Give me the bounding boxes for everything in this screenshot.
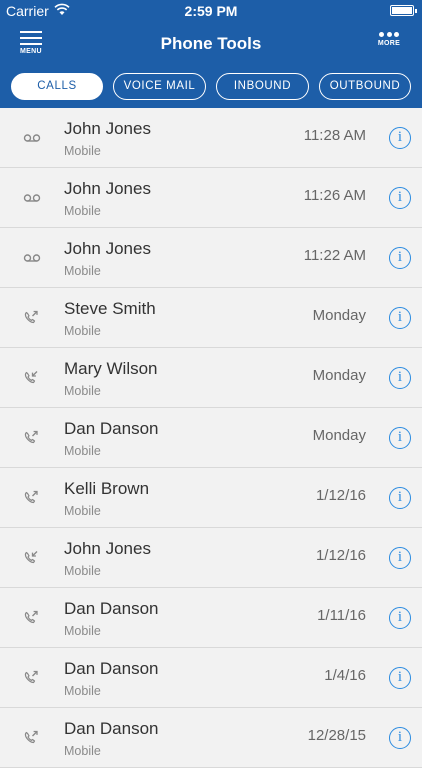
call-time: 12/28/15 (307, 727, 366, 744)
incoming-call-icon (22, 370, 42, 386)
info-icon[interactable]: i (389, 727, 411, 749)
phone-type: Mobile (64, 444, 101, 458)
voicemail-icon (22, 250, 42, 266)
contact-name: John Jones (64, 539, 151, 558)
call-row[interactable]: John Jones Mobile 11:28 AM i (0, 108, 422, 168)
tab-inbound[interactable]: INBOUND (216, 73, 309, 100)
more-dots-icon (379, 32, 399, 37)
voicemail-icon (22, 130, 42, 146)
phone-type: Mobile (64, 144, 101, 158)
info-icon[interactable]: i (389, 487, 411, 509)
info-icon[interactable]: i (389, 367, 411, 389)
call-row[interactable]: Dan Danson Mobile 1/4/16 i (0, 648, 422, 708)
info-icon[interactable]: i (389, 307, 411, 329)
status-time: 2:59 PM (184, 3, 238, 19)
phone-type: Mobile (64, 264, 101, 278)
phone-type: Mobile (64, 564, 101, 578)
call-list: John Jones Mobile 11:28 AM i John Jones Mobil… (0, 108, 422, 768)
call-row[interactable]: John Jones Mobile 1/12/16 i (0, 528, 422, 588)
call-time: 1/11/16 (317, 607, 366, 624)
outgoing-call-icon (22, 730, 42, 746)
info-icon[interactable]: i (389, 127, 411, 149)
call-row[interactable]: John Jones Mobile 11:26 AM i (0, 168, 422, 228)
contact-name: Kelli Brown (64, 479, 150, 498)
contact-name: Steve Smith (64, 299, 156, 318)
contact-name: Dan Danson (64, 659, 159, 678)
tab-outbound[interactable]: OUTBOUND (319, 73, 411, 100)
call-time: 11:22 AM (303, 247, 366, 264)
call-row[interactable]: Dan Danson Mobile 12/28/15 i (0, 708, 422, 768)
info-icon[interactable]: i (389, 427, 411, 449)
outgoing-call-icon (22, 310, 42, 326)
outgoing-call-icon (22, 490, 42, 506)
status-bar: Carrier 2:59 PM (0, 0, 422, 22)
call-time: Monday (312, 307, 366, 324)
call-row[interactable]: Kelli Brown Mobile 1/12/16 i (0, 468, 422, 528)
call-time: Monday (312, 367, 366, 384)
contact-name: John Jones (64, 239, 151, 258)
call-row[interactable]: Steve Smith Mobile Monday i (0, 288, 422, 348)
contact-name: John Jones (64, 119, 151, 138)
call-row[interactable]: Mary Wilson Mobile Monday i (0, 348, 422, 408)
outgoing-call-icon (22, 430, 42, 446)
contact-name: Dan Danson (64, 599, 159, 618)
navigation-bar: MENU Phone Tools MORE (0, 22, 422, 66)
info-icon[interactable]: i (389, 607, 411, 629)
info-icon[interactable]: i (389, 547, 411, 569)
tab-calls[interactable]: CALLS (11, 73, 103, 100)
phone-type: Mobile (64, 384, 101, 398)
phone-type: Mobile (64, 684, 101, 698)
call-row[interactable]: Dan Danson Mobile 1/11/16 i (0, 588, 422, 648)
outgoing-call-icon (22, 610, 42, 626)
info-icon[interactable]: i (389, 247, 411, 269)
call-time: 11:26 AM (303, 187, 366, 204)
info-icon[interactable]: i (389, 187, 411, 209)
phone-type: Mobile (64, 744, 101, 758)
call-time: 1/12/16 (315, 487, 366, 504)
call-row[interactable]: Dan Danson Mobile Monday i (0, 408, 422, 468)
battery-icon (390, 5, 417, 16)
phone-type: Mobile (64, 204, 101, 218)
hamburger-icon (20, 31, 42, 33)
call-time: 1/12/16 (315, 547, 366, 564)
phone-type: Mobile (64, 324, 101, 338)
filter-tabs: CALLS VOICE MAIL INBOUND OUTBOUND (0, 66, 422, 108)
phone-type: Mobile (64, 504, 101, 518)
voicemail-icon (22, 190, 42, 206)
call-time: Monday (312, 427, 366, 444)
call-time: 11:28 AM (303, 127, 366, 144)
tab-voice-mail[interactable]: VOICE MAIL (113, 73, 206, 100)
call-row[interactable]: John Jones Mobile 11:22 AM i (0, 228, 422, 288)
outgoing-call-icon (22, 670, 42, 686)
more-label: MORE (377, 40, 401, 47)
call-time: 1/4/16 (324, 667, 366, 684)
page-title: Phone Tools (160, 34, 262, 53)
contact-name: Dan Danson (64, 719, 159, 738)
info-icon[interactable]: i (389, 667, 411, 689)
incoming-call-icon (22, 550, 42, 566)
contact-name: Mary Wilson (64, 359, 158, 378)
more-button[interactable]: MORE (376, 32, 402, 47)
phone-type: Mobile (64, 624, 101, 638)
contact-name: Dan Danson (64, 419, 159, 438)
contact-name: John Jones (64, 179, 151, 198)
